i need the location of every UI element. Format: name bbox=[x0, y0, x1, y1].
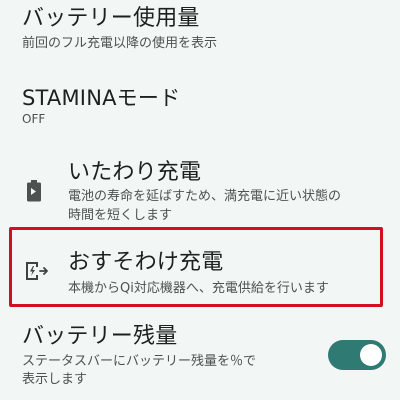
itawari-charge-title: いたわり充電 bbox=[68, 160, 202, 185]
osusowake-charge-summary: 本機からQi対応機器へ、充電供給を行います bbox=[68, 281, 329, 296]
battery-percentage-summary-line2: 表示します bbox=[22, 372, 88, 387]
battery-usage-item[interactable]: バッテリー使用量 前回のフル充電以降の使用を表示 bbox=[0, 0, 400, 60]
battery-usage-summary: 前回のフル充電以降の使用を表示 bbox=[22, 36, 218, 51]
itawari-charge-summary-line2: 時間を短くします bbox=[68, 208, 173, 223]
battery-percentage-toggle[interactable] bbox=[328, 340, 386, 370]
itawari-charge-item[interactable]: いたわり充電 電池の寿命を延ばすため、満充電に近い状態の 時間を短くします bbox=[0, 150, 400, 225]
itawari-charge-summary-line1: 電池の寿命を延ばすため、満充電に近い状態の bbox=[68, 189, 342, 204]
toggle-thumb bbox=[360, 344, 382, 366]
battery-care-icon bbox=[27, 180, 41, 202]
battery-percentage-item[interactable]: バッテリー残量 ステータスバーにバッテリー残量を％で 表示します bbox=[0, 316, 400, 400]
stamina-mode-summary: OFF bbox=[22, 112, 46, 126]
stamina-mode-item[interactable]: STAMINAモード OFF bbox=[0, 80, 400, 130]
battery-usage-title: バッテリー使用量 bbox=[22, 6, 200, 31]
osusowake-charge-title: おすそわけ充電 bbox=[68, 250, 224, 275]
wireless-power-share-icon bbox=[26, 262, 48, 280]
osusowake-charge-item[interactable]: おすそわけ充電 本機からQi対応機器へ、充電供給を行います bbox=[0, 227, 400, 309]
battery-percentage-title: バッテリー残量 bbox=[22, 324, 178, 349]
battery-percentage-summary-line1: ステータスバーにバッテリー残量を％で bbox=[22, 354, 257, 369]
stamina-mode-title: STAMINAモード bbox=[22, 86, 181, 110]
